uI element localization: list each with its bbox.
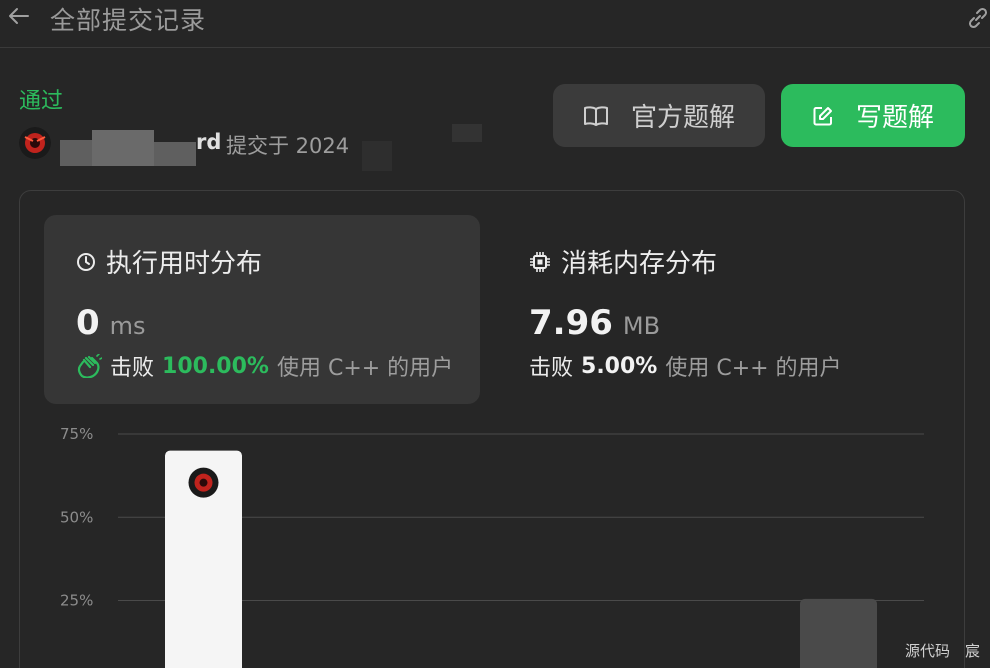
chart-y-tick-label: 75% [60,425,93,443]
chart-y-tick-label: 50% [60,508,93,526]
runtime-distribution-chart: 75% 50% 25% [60,425,924,668]
chart-bar[interactable] [800,598,877,668]
watermark: 源代码 宸 [904,642,980,660]
chart-bar-avatar-core [199,478,208,487]
chart-y-tick-label: 25% [60,592,93,610]
